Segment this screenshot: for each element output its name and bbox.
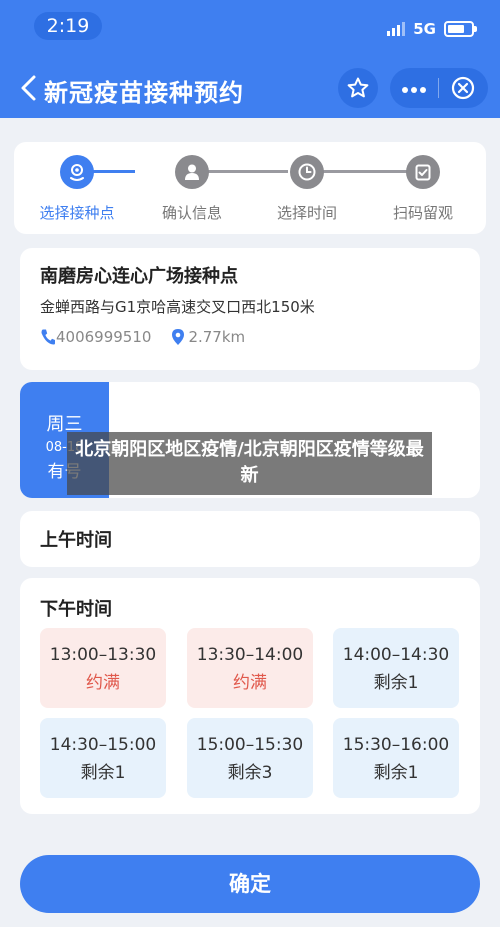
star-icon (347, 77, 369, 98)
time-slot[interactable]: 15:30–16:00 剩余1 (333, 718, 459, 798)
morning-section: 上午时间 (20, 511, 480, 567)
location-pin-icon (70, 164, 84, 181)
map-pin-icon (172, 329, 185, 345)
favorite-button[interactable] (338, 68, 378, 108)
slot-time: 15:30–16:00 (342, 735, 450, 755)
status-time: 2:19 (34, 12, 102, 40)
slot-status: 剩余3 (227, 763, 273, 783)
morning-title: 上午时间 (40, 530, 112, 551)
battery-icon (444, 21, 477, 37)
afternoon-title: 下午时间 (40, 599, 112, 620)
more-dots-icon (402, 87, 426, 93)
miniapp-capsule (390, 68, 488, 108)
app-header: 2:19 5G 新冠疫苗接种预约 (0, 0, 500, 118)
nav-bar: 新冠疫苗接种预约 (0, 64, 500, 112)
site-meta: 4006999510 2.77km (40, 328, 245, 346)
close-button[interactable] (439, 76, 487, 100)
slot-time: 13:30–14:00 (196, 645, 304, 665)
step-1-marker (60, 155, 94, 189)
more-button[interactable] (390, 68, 438, 108)
user-icon (185, 164, 199, 180)
slot-time: 14:30–15:00 (49, 735, 157, 755)
step-3-marker (290, 155, 324, 189)
phone-icon (41, 329, 55, 345)
step-2-marker (175, 155, 209, 189)
step-1-label: 选择接种点 (39, 204, 115, 222)
site-address: 金蝉西路与G1京哈高速交叉口西北150米 (40, 298, 315, 316)
back-button[interactable] (16, 72, 42, 104)
site-phone[interactable]: 4006999510 (56, 328, 151, 346)
site-name: 南磨房心连心广场接种点 (40, 266, 238, 287)
vaccination-site-card[interactable]: 南磨房心连心广场接种点 金蝉西路与G1京哈高速交叉口西北150米 4006999… (20, 248, 480, 370)
step-4-marker (406, 155, 440, 189)
progress-steps: 选择接种点 确认信息 选择时间 扫码留观 (14, 142, 486, 234)
network-type: 5G (413, 20, 436, 38)
time-slot[interactable]: 13:00–13:30 约满 (40, 628, 166, 708)
slot-time: 13:00–13:30 (49, 645, 157, 665)
slot-status: 剩余1 (80, 763, 126, 783)
site-distance: 2.77km (188, 328, 246, 346)
slot-status: 剩余1 (373, 763, 419, 783)
slot-time: 15:00–15:30 (196, 735, 304, 755)
slot-status: 约满 (233, 673, 267, 693)
time-slot[interactable]: 14:30–15:00 剩余1 (40, 718, 166, 798)
step-4-label: 扫码留观 (392, 204, 453, 222)
clock-icon (298, 163, 316, 181)
slot-time: 14:00–14:30 (342, 645, 450, 665)
step-connector (322, 170, 408, 173)
page-title: 新冠疫苗接种预约 (44, 79, 244, 107)
step-connector (207, 170, 288, 173)
time-slot[interactable]: 15:00–15:30 剩余3 (187, 718, 313, 798)
scan-check-icon (415, 164, 431, 181)
signal-icon (387, 22, 406, 36)
time-slot[interactable]: 14:00–14:30 剩余1 (333, 628, 459, 708)
slot-status: 约满 (86, 673, 120, 693)
step-3-label: 选择时间 (276, 204, 337, 222)
watermark-overlay: 北京朝阳区地区疫情/北京朝阳区疫情等级最新 (67, 432, 432, 495)
chevron-left-icon (21, 75, 36, 101)
close-circle-icon (451, 76, 475, 100)
status-indicators: 5G (387, 20, 477, 38)
confirm-button[interactable]: 确定 (20, 855, 480, 913)
afternoon-section: 下午时间 13:00–13:30 约满 13:30–14:00 约满 14:00… (20, 578, 480, 814)
slot-status: 剩余1 (373, 673, 419, 693)
time-slot[interactable]: 13:30–14:00 约满 (187, 628, 313, 708)
step-2-label: 确认信息 (161, 204, 222, 222)
